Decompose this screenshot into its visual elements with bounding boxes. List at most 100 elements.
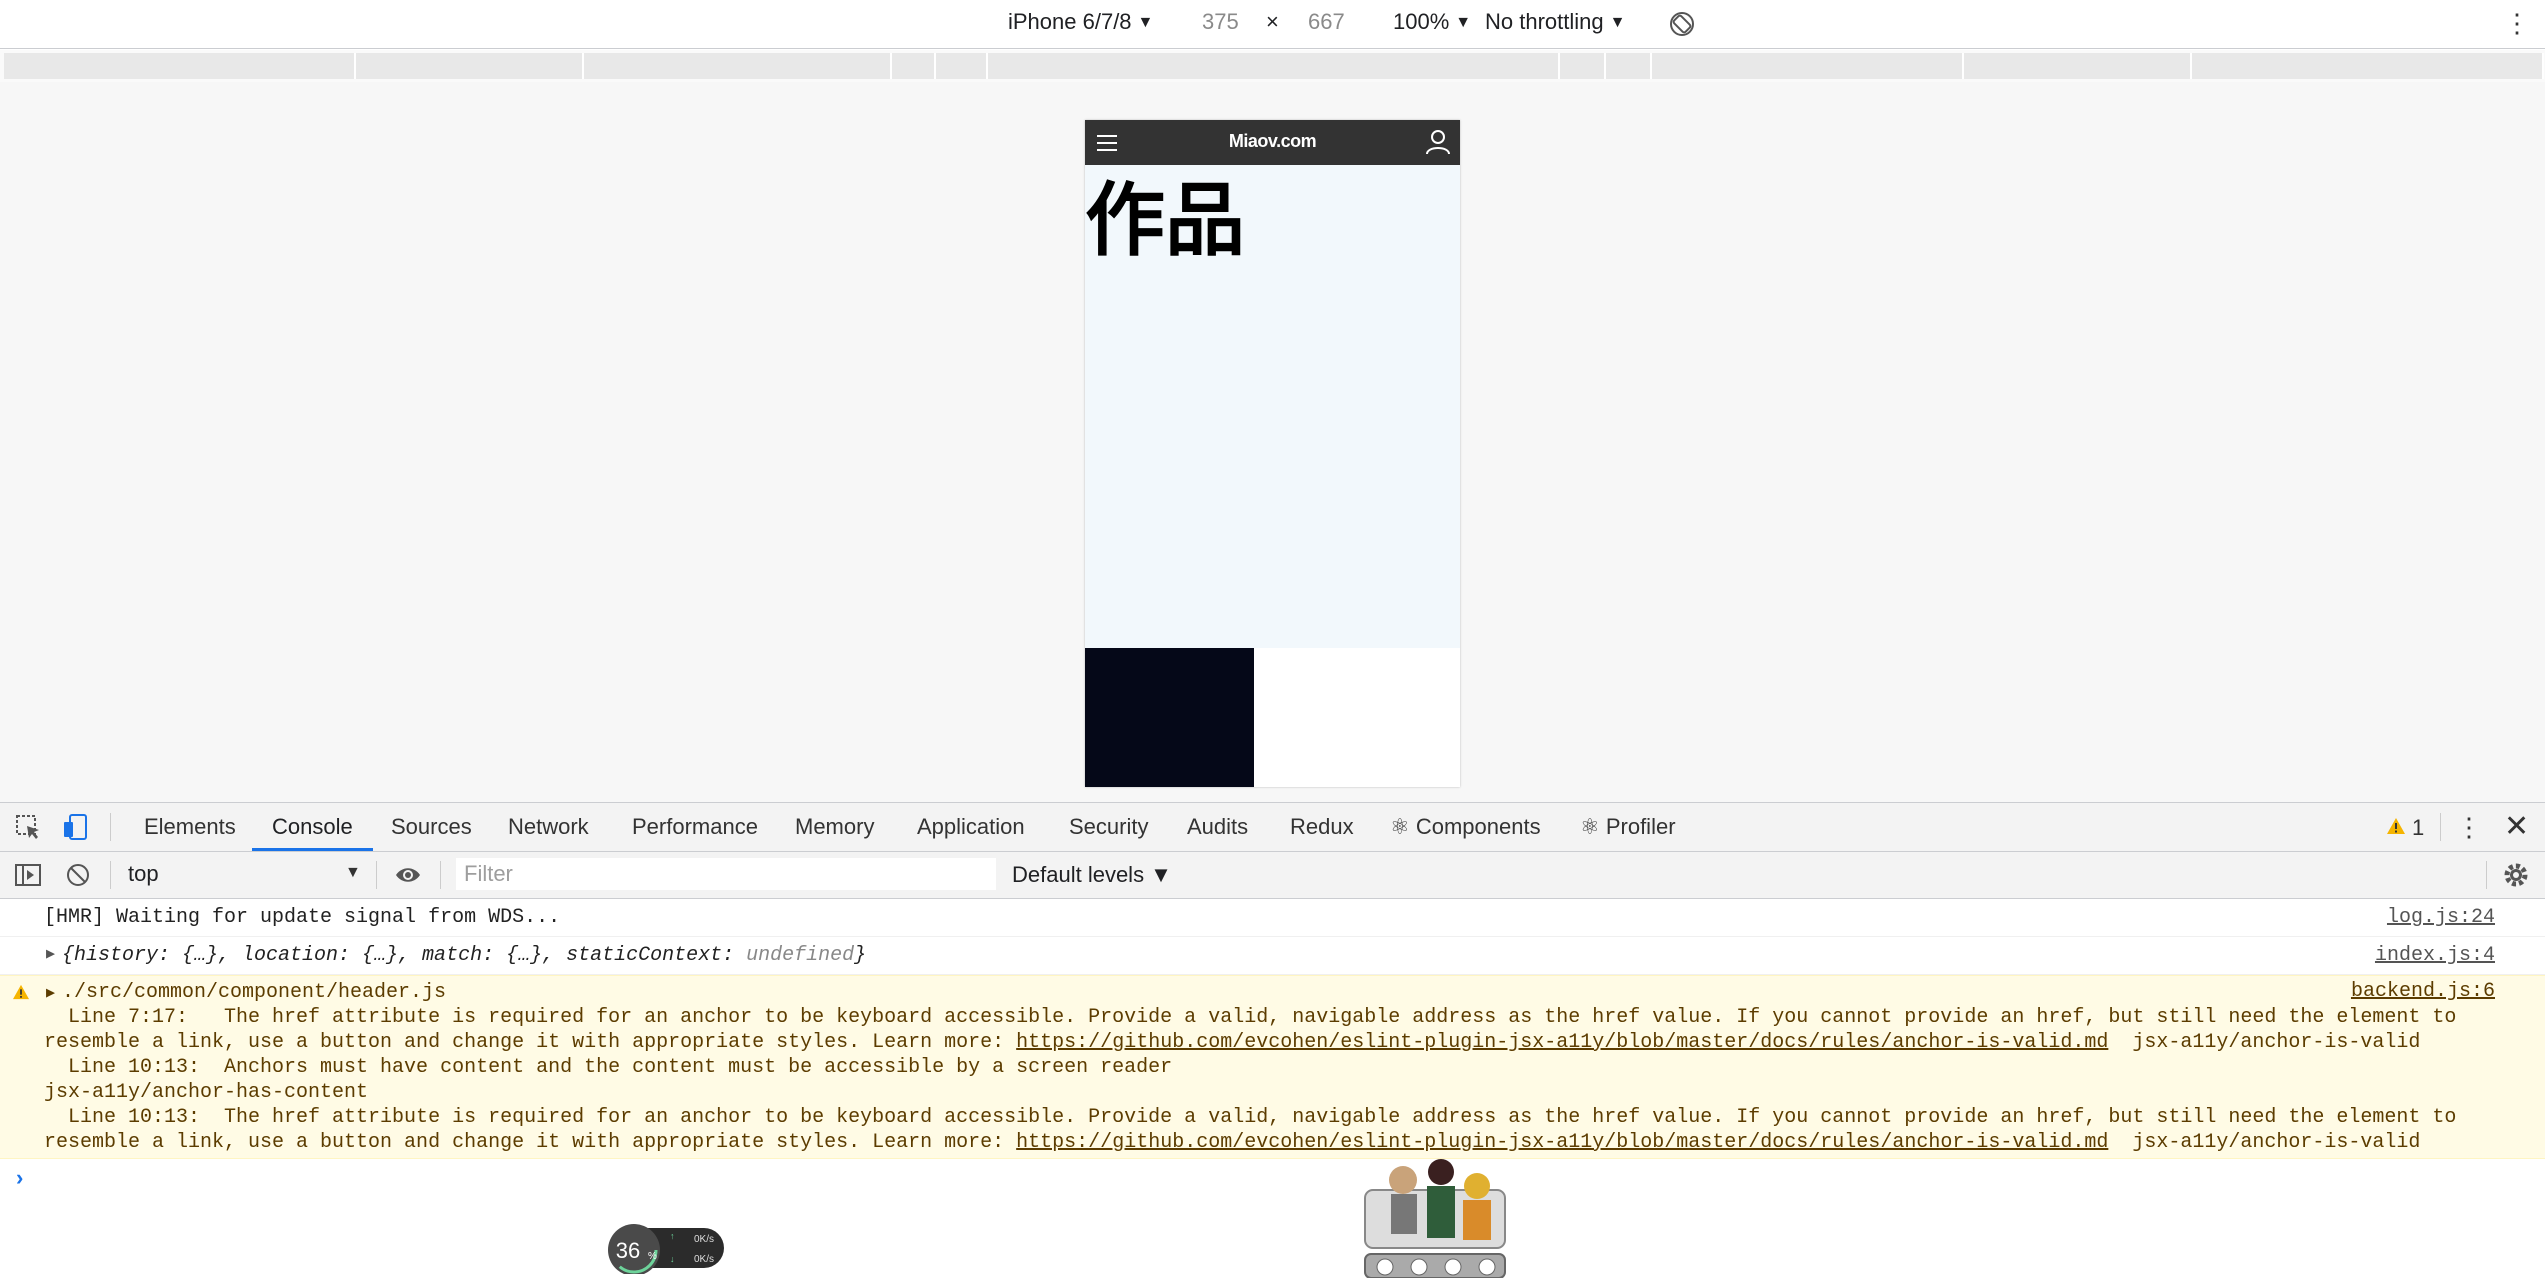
- clear-console-icon[interactable]: [64, 861, 92, 889]
- tab-security[interactable]: Security: [1069, 803, 1148, 851]
- media-query-segment[interactable]: [1560, 53, 1606, 79]
- throttling-select[interactable]: No throttling ▼: [1485, 9, 1625, 35]
- tab-profiler[interactable]: ⚛ Profiler: [1580, 803, 1676, 851]
- warning-line: Line 10:13: The href attribute is requir…: [44, 1106, 2457, 1129]
- tab-components[interactable]: ⚛ Components: [1390, 803, 1541, 851]
- object-preview[interactable]: {history: {…}, location: {…}, match: {…}…: [62, 944, 866, 967]
- page-content: 作品: [1085, 165, 1460, 648]
- chevron-down-icon: ▼: [345, 864, 361, 881]
- warning-line: jsx-a11y/anchor-has-content: [44, 1081, 369, 1104]
- warning-line: resemble a link, use a button and change…: [44, 1130, 2420, 1155]
- media-query-segment[interactable]: [988, 53, 1560, 79]
- chevron-down-icon: ▼: [1137, 14, 1154, 31]
- eye-icon[interactable]: [394, 861, 422, 889]
- message-text: [HMR] Waiting for update signal from WDS…: [44, 906, 561, 929]
- chevron-down-icon: ▼: [1609, 14, 1626, 31]
- warning-icon: [13, 984, 29, 1000]
- warning-line: resemble a link, use a button and change…: [44, 1030, 2420, 1055]
- tab-console[interactable]: Console: [252, 803, 373, 851]
- media-query-segment[interactable]: [356, 53, 584, 79]
- console-prompt[interactable]: ›: [16, 1165, 23, 1191]
- divider: [110, 861, 111, 889]
- device-toolbar: iPhone 6/7/8 ▼ 375 × 667 100% ▼ No throttl…: [0, 0, 2545, 49]
- zoom-value: 100%: [1393, 9, 1450, 34]
- source-link[interactable]: index.js:4: [2375, 944, 2495, 967]
- docs-link[interactable]: https://github.com/evcohen/eslint-plugin…: [1016, 1131, 2108, 1154]
- app-header: Miaov.com: [1085, 120, 1460, 165]
- upload-speed: 0K/s: [694, 1234, 714, 1245]
- divider: [440, 861, 441, 889]
- console-message: [HMR] Waiting for update signal from WDS…: [0, 899, 2545, 937]
- user-icon[interactable]: [1425, 129, 1451, 155]
- docs-link[interactable]: https://github.com/evcohen/eslint-plugin…: [1016, 1031, 2108, 1054]
- sidebar-toggle-icon[interactable]: [14, 861, 42, 889]
- media-query-segment[interactable]: [892, 53, 936, 79]
- percent-unit: %: [648, 1251, 657, 1262]
- object-text: {history: {…}, location: {…}, match: {…}…: [62, 944, 747, 967]
- filter-input[interactable]: [456, 858, 996, 890]
- warning-text: resemble a link, use a button and change…: [44, 1031, 1017, 1054]
- site-logo[interactable]: Miaov.com: [1085, 131, 1460, 152]
- context-select[interactable]: top: [128, 861, 358, 887]
- more-options-icon[interactable]: ⋮: [2456, 812, 2482, 843]
- media-query-segment[interactable]: [1964, 53, 2192, 79]
- tab-application[interactable]: Application: [917, 803, 1025, 851]
- console-output: [HMR] Waiting for update signal from WDS…: [0, 899, 2545, 1278]
- divider: [2440, 813, 2441, 841]
- speed-percent: 36: [616, 1238, 640, 1263]
- svg-text:↑: ↑: [670, 1231, 675, 1241]
- console-message: ▶ {history: {…}, location: {…}, match: {…: [0, 937, 2545, 975]
- media-query-segment[interactable]: [2192, 53, 2544, 79]
- device-name: iPhone 6/7/8: [1008, 9, 1132, 34]
- warning-count[interactable]: 1: [2412, 815, 2424, 841]
- rule-name: jsx-a11y/anchor-is-valid: [2108, 1131, 2421, 1154]
- device-toggle-icon[interactable]: [62, 813, 90, 841]
- source-link[interactable]: log.js:24: [2387, 906, 2495, 929]
- object-text-close: }: [854, 944, 867, 967]
- tab-audits[interactable]: Audits: [1187, 803, 1248, 851]
- rotate-icon[interactable]: [1668, 10, 1696, 38]
- warning-line: Line 10:13: Anchors must have content an…: [44, 1056, 1173, 1079]
- console-toolbar: top ▼ Default levels ▼: [0, 852, 2545, 899]
- desktop-pet-widget[interactable]: [1363, 1150, 1508, 1278]
- tab-performance[interactable]: Performance: [632, 803, 758, 851]
- gear-icon[interactable]: [2502, 861, 2530, 889]
- divider: [2486, 861, 2487, 889]
- download-speed: 0K/s: [694, 1254, 714, 1265]
- page-title: 作品: [1085, 174, 1245, 267]
- warning-text: resemble a link, use a button and change…: [44, 1131, 1017, 1154]
- expand-triangle-icon[interactable]: ▶: [46, 944, 55, 963]
- media-query-segment[interactable]: [584, 53, 892, 79]
- network-speed-widget[interactable]: 36 % ↑ ↓ 0K/s 0K/s: [604, 1222, 728, 1274]
- source-link[interactable]: backend.js:6: [2351, 980, 2495, 1003]
- dimension-separator: ×: [1266, 9, 1279, 34]
- warning-message: ▶ ./src/common/component/header.js backe…: [0, 975, 2545, 1159]
- inspect-element-icon[interactable]: [14, 813, 42, 841]
- object-undefined: undefined: [746, 944, 855, 967]
- chevron-down-icon: ▼: [1455, 14, 1472, 31]
- media-query-segment[interactable]: [1606, 53, 1652, 79]
- more-options-icon[interactable]: ⋮: [2504, 8, 2530, 38]
- media-query-segment[interactable]: [4, 53, 356, 79]
- expand-triangle-icon[interactable]: ▶: [46, 983, 55, 1002]
- tab-network[interactable]: Network: [508, 803, 589, 851]
- width-field[interactable]: 375: [1202, 9, 1239, 35]
- tab-elements[interactable]: Elements: [144, 803, 236, 851]
- warning-title: ./src/common/component/header.js: [62, 981, 447, 1004]
- media-query-segment[interactable]: [936, 53, 988, 79]
- divider: [110, 813, 111, 841]
- zoom-select[interactable]: 100% ▼: [1393, 9, 1471, 35]
- tab-sources[interactable]: Sources: [391, 803, 472, 851]
- device-select[interactable]: iPhone 6/7/8 ▼: [1008, 9, 1153, 35]
- warning-icon[interactable]: [2386, 817, 2406, 835]
- media-query-segment[interactable]: [1652, 53, 1964, 79]
- log-levels-select[interactable]: Default levels ▼: [1012, 862, 1172, 888]
- image-tile[interactable]: [1085, 648, 1254, 787]
- height-field[interactable]: 667: [1308, 9, 1345, 35]
- throttling-value: No throttling: [1485, 9, 1604, 34]
- tab-memory[interactable]: Memory: [795, 803, 874, 851]
- mobile-viewport: Miaov.com 作品: [1085, 120, 1460, 787]
- close-icon[interactable]: ✕: [2504, 809, 2529, 844]
- content-tile: [1254, 648, 1460, 787]
- tab-redux[interactable]: Redux: [1290, 803, 1354, 851]
